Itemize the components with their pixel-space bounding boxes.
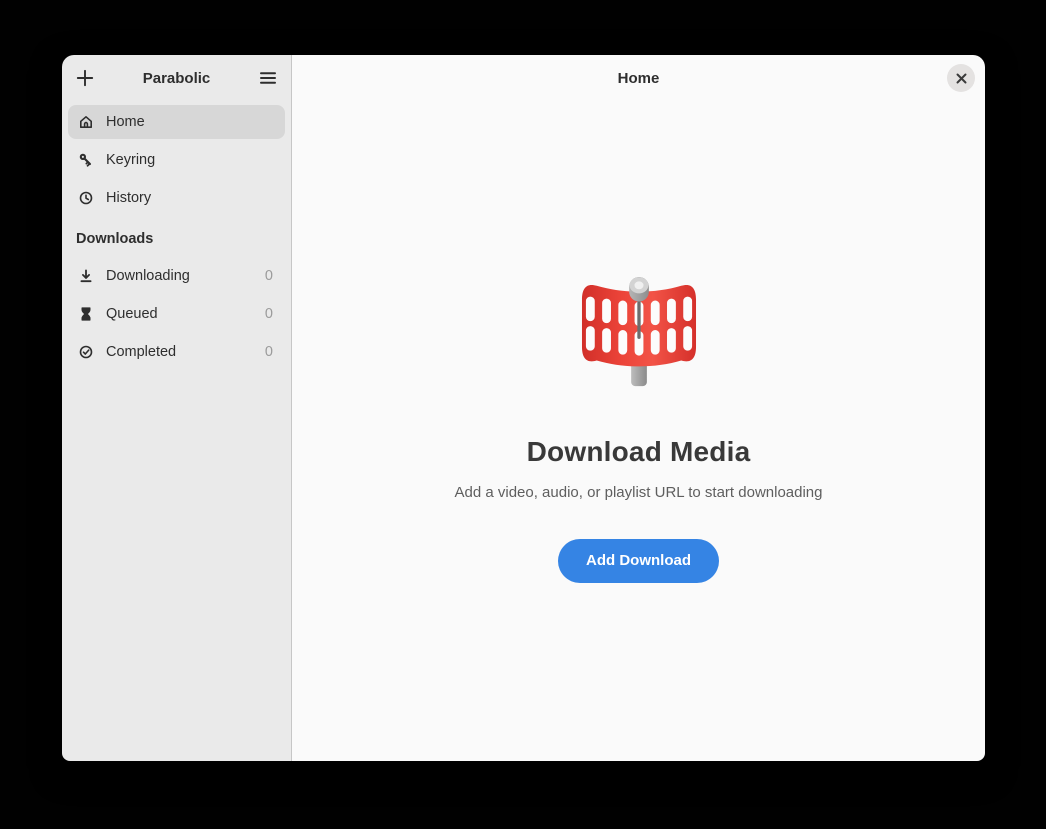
sidebar-item-downloading[interactable]: Downloading 0: [68, 259, 285, 293]
sidebar-item-queued[interactable]: Queued 0: [68, 297, 285, 331]
main-headerbar: Home: [292, 55, 985, 101]
close-icon: [955, 72, 968, 85]
check-circle-icon: [78, 344, 94, 360]
add-download-button[interactable]: Add Download: [558, 539, 719, 583]
sidebar-item-history[interactable]: History: [68, 181, 285, 215]
completed-count-badge: 0: [265, 344, 273, 360]
main-menu-button[interactable]: [251, 61, 285, 95]
sidebar-header: Parabolic: [62, 55, 291, 101]
sidebar-item-label: Queued: [106, 306, 158, 322]
add-download-header-button[interactable]: [68, 61, 102, 95]
hamburger-menu-icon: [258, 68, 278, 88]
empty-state: Download Media Add a video, audio, or pl…: [292, 101, 985, 761]
sidebar-item-home[interactable]: Home: [68, 105, 285, 139]
sidebar-nav: Home Keyring: [62, 101, 291, 377]
downloading-count-badge: 0: [265, 268, 273, 284]
page-title: Home: [618, 70, 660, 87]
sidebar-title: Parabolic: [102, 70, 251, 87]
history-clock-icon: [78, 190, 94, 206]
hourglass-icon: [78, 306, 94, 322]
download-icon: [78, 268, 94, 284]
app-window: Parabolic Home: [62, 55, 985, 761]
sidebar-item-keyring[interactable]: Keyring: [68, 143, 285, 177]
sidebar-item-label: Keyring: [106, 152, 155, 168]
queued-count-badge: 0: [265, 306, 273, 322]
main-pane: Home: [292, 55, 985, 761]
sidebar-item-completed[interactable]: Completed 0: [68, 335, 285, 369]
plus-icon: [75, 68, 95, 88]
sidebar-item-label: Completed: [106, 344, 176, 360]
sidebar-item-label: Home: [106, 114, 145, 130]
sidebar: Parabolic Home: [62, 55, 292, 761]
empty-state-subtitle: Add a video, audio, or playlist URL to s…: [455, 484, 823, 501]
home-icon: [78, 114, 94, 130]
key-icon: [78, 152, 94, 168]
parabolic-app-icon: [576, 274, 702, 390]
sidebar-item-label: History: [106, 190, 151, 206]
window-close-button[interactable]: [947, 64, 975, 92]
sidebar-item-label: Downloading: [106, 268, 190, 284]
empty-state-title: Download Media: [527, 436, 751, 468]
downloads-section-label: Downloads: [68, 231, 285, 247]
